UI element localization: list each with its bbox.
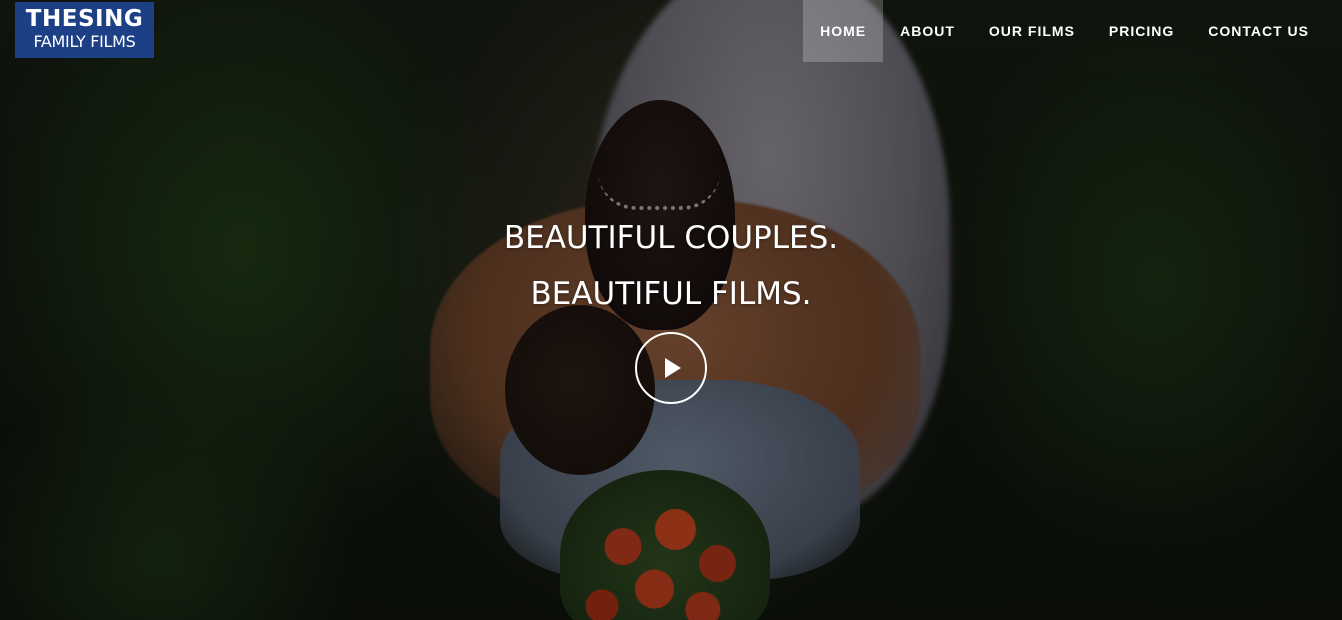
hero-headline-line-2: BEAUTIFUL FILMS. xyxy=(530,276,812,312)
logo-line-2: FAMILY FILMS xyxy=(33,32,136,51)
nav-item-our-films[interactable]: OUR FILMS xyxy=(972,0,1092,62)
logo-line-1: THESING xyxy=(25,6,144,32)
nav-item-pricing[interactable]: PRICING xyxy=(1092,0,1191,62)
nav-item-contact-us[interactable]: CONTACT US xyxy=(1191,0,1326,62)
nav-item-home[interactable]: HOME xyxy=(803,0,884,62)
site-logo[interactable]: THESING FAMILY FILMS xyxy=(15,2,154,58)
nav-item-about[interactable]: ABOUT xyxy=(883,0,972,62)
play-icon xyxy=(665,358,681,378)
hero-section: THESING FAMILY FILMS HOME ABOUT OUR FILM… xyxy=(0,0,1342,620)
hero-headline-line-1: BEAUTIFUL COUPLES. xyxy=(503,220,839,256)
main-nav: HOME ABOUT OUR FILMS PRICING CONTACT US xyxy=(803,0,1326,62)
play-video-button[interactable] xyxy=(635,332,707,404)
